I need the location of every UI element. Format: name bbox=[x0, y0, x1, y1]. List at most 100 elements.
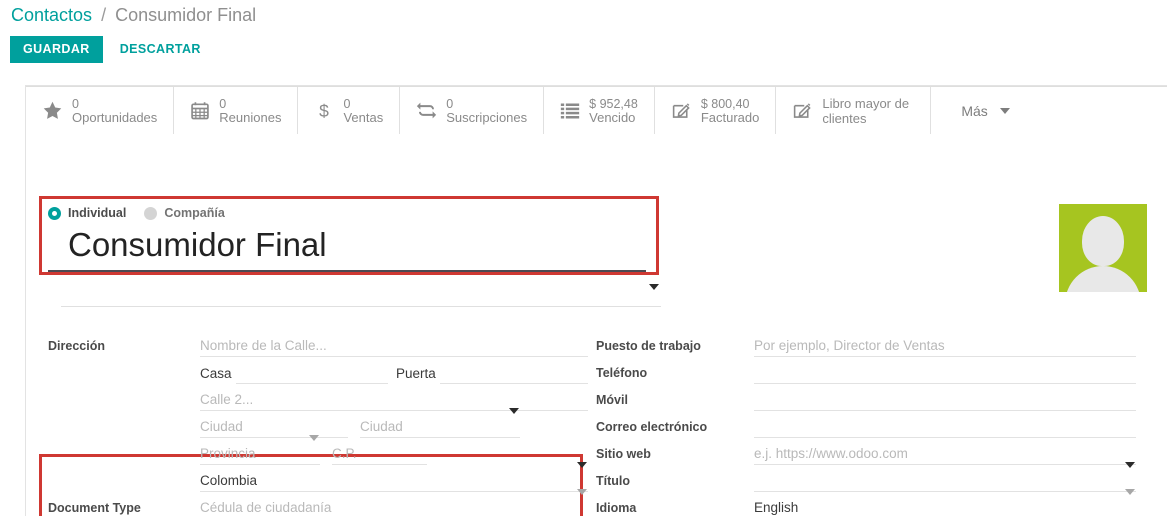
stat-button-overdue[interactable]: $ 952,48 Vencido bbox=[544, 87, 655, 134]
zip-group bbox=[332, 444, 427, 465]
stat-button-subscriptions[interactable]: 0 Suscripciones bbox=[400, 87, 544, 134]
contact-name-input[interactable] bbox=[48, 226, 646, 272]
street-control bbox=[200, 336, 588, 357]
contact-name-field-wrap bbox=[48, 226, 646, 272]
svg-text:$: $ bbox=[320, 100, 330, 120]
house-door-pair: Casa Puerta bbox=[200, 363, 588, 384]
door-group: Puerta bbox=[396, 363, 588, 384]
stat-button-customer-ledger[interactable]: Libro mayor de clientes bbox=[776, 87, 931, 134]
refresh-icon bbox=[416, 100, 437, 121]
spacer bbox=[48, 488, 200, 492]
stat-label: Facturado bbox=[701, 111, 760, 125]
city-input[interactable] bbox=[200, 417, 348, 438]
field-row-job: Puesto de trabajo bbox=[596, 330, 1136, 357]
stat-text: Libro mayor de clientes bbox=[822, 96, 914, 126]
radio-company[interactable]: Compañía bbox=[144, 206, 224, 220]
stat-button-opportunities[interactable]: 0 Oportunidades bbox=[26, 87, 174, 134]
stat-label: Oportunidades bbox=[72, 111, 157, 125]
parent-company-input[interactable] bbox=[61, 284, 661, 307]
form-action-bar: GUARDAR DESCARTAR bbox=[10, 36, 213, 63]
email-label: Correo electrónico bbox=[596, 420, 754, 438]
field-row-website: Sitio web bbox=[596, 438, 1136, 465]
contact-type-radio-group: Individual Compañía bbox=[48, 206, 225, 220]
pencil-square-icon bbox=[671, 100, 692, 121]
website-label: Sitio web bbox=[596, 447, 754, 465]
stat-text: $ 800,40 Facturado bbox=[701, 97, 760, 125]
field-row-street: Dirección bbox=[48, 330, 588, 357]
job-input[interactable] bbox=[754, 336, 1136, 357]
field-row-document-type: Document Type bbox=[48, 492, 588, 516]
chevron-down-icon[interactable] bbox=[577, 468, 587, 486]
field-row-street2 bbox=[48, 384, 588, 411]
more-menu-button[interactable]: Más bbox=[931, 87, 1025, 134]
city-control bbox=[200, 417, 588, 438]
city-select-group bbox=[360, 417, 520, 438]
chevron-down-icon[interactable] bbox=[509, 414, 519, 432]
stat-text: 0 Ventas bbox=[343, 97, 383, 125]
door-label: Puerta bbox=[396, 366, 440, 384]
language-control bbox=[754, 498, 1136, 516]
chevron-down-icon[interactable] bbox=[1125, 468, 1135, 486]
radio-dot-icon bbox=[144, 207, 157, 220]
email-input[interactable] bbox=[754, 417, 1136, 438]
star-icon bbox=[42, 100, 63, 121]
field-row-title: Título bbox=[596, 465, 1136, 492]
website-input[interactable] bbox=[754, 444, 1136, 465]
title-input[interactable] bbox=[754, 471, 1136, 492]
country-control bbox=[200, 471, 588, 492]
radio-dot-selected-icon bbox=[48, 207, 61, 220]
house-input[interactable] bbox=[236, 363, 388, 384]
stat-button-sales[interactable]: $ 0 Ventas bbox=[298, 87, 400, 134]
stat-text: 0 Oportunidades bbox=[72, 97, 157, 125]
website-control bbox=[754, 444, 1136, 465]
pencil-square-icon bbox=[792, 100, 813, 121]
state-group bbox=[200, 444, 320, 465]
stat-button-bar: 0 Oportunidades bbox=[26, 87, 1026, 134]
save-button[interactable]: GUARDAR bbox=[10, 36, 103, 63]
stat-value: 0 bbox=[343, 97, 383, 111]
field-row-state-zip bbox=[48, 438, 588, 465]
spacer bbox=[48, 407, 200, 411]
stat-button-invoiced[interactable]: $ 800,40 Facturado bbox=[655, 87, 777, 134]
state-zip-pair bbox=[200, 444, 588, 465]
street-input[interactable] bbox=[200, 336, 588, 357]
chevron-down-icon[interactable] bbox=[309, 441, 319, 459]
city-text-group bbox=[200, 417, 348, 438]
avatar[interactable] bbox=[1059, 204, 1147, 292]
contact-details-field-group: Puesto de trabajo Teléfono Móvil bbox=[596, 330, 1136, 516]
country-input[interactable] bbox=[200, 471, 588, 492]
document-type-control bbox=[200, 498, 588, 516]
phone-control bbox=[754, 363, 1136, 384]
chevron-down-icon[interactable] bbox=[577, 495, 587, 513]
stat-button-meetings[interactable]: 0 Reuniones bbox=[174, 87, 298, 134]
stat-text: 0 Reuniones bbox=[219, 97, 281, 125]
language-label: Idioma bbox=[596, 501, 754, 516]
stat-label: Reuniones bbox=[219, 111, 281, 125]
discard-button[interactable]: DESCARTAR bbox=[108, 36, 213, 63]
job-label: Puesto de trabajo bbox=[596, 339, 754, 357]
stat-value: 0 bbox=[219, 97, 281, 111]
zip-input[interactable] bbox=[332, 444, 427, 465]
radio-company-label: Compañía bbox=[164, 206, 224, 220]
street2-input[interactable] bbox=[200, 390, 588, 411]
city-select-input[interactable] bbox=[360, 417, 520, 438]
radio-individual[interactable]: Individual bbox=[48, 206, 126, 220]
phone-label: Teléfono bbox=[596, 366, 754, 384]
dollar-icon: $ bbox=[314, 100, 334, 122]
document-type-input[interactable] bbox=[200, 498, 588, 516]
breadcrumb-root-link[interactable]: Contactos bbox=[11, 5, 92, 25]
mobile-input[interactable] bbox=[754, 390, 1136, 411]
chevron-down-icon[interactable] bbox=[1125, 495, 1135, 513]
stat-value: 0 bbox=[446, 97, 527, 111]
door-input[interactable] bbox=[440, 363, 588, 384]
language-input[interactable] bbox=[754, 498, 1136, 516]
phone-input[interactable] bbox=[754, 363, 1136, 384]
spacer bbox=[48, 461, 200, 465]
parent-company-field-wrap bbox=[61, 284, 661, 307]
job-control bbox=[754, 336, 1136, 357]
chevron-down-icon[interactable] bbox=[649, 290, 659, 308]
contact-form-page: Contactos / Consumidor Final GUARDAR DES… bbox=[0, 0, 1167, 516]
state-input[interactable] bbox=[200, 444, 320, 465]
field-row-phone: Teléfono bbox=[596, 357, 1136, 384]
chevron-down-icon bbox=[1000, 108, 1010, 114]
